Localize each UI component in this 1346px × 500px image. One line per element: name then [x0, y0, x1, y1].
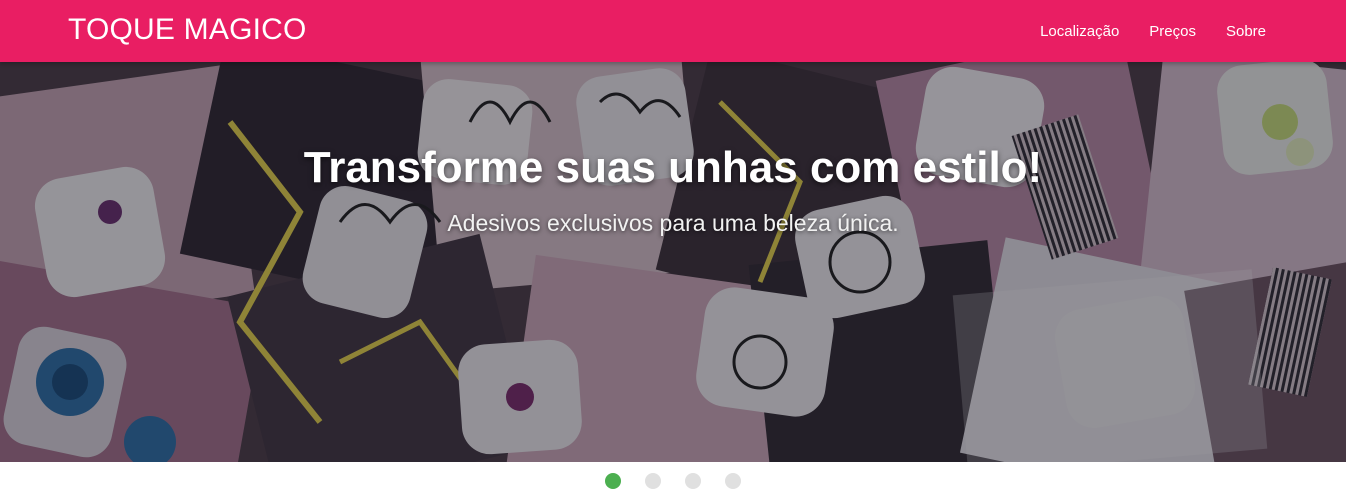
nav-menu: Localização Preços Sobre: [1010, 0, 1266, 62]
carousel-indicator-1[interactable]: [605, 473, 621, 489]
nav-link-sobre[interactable]: Sobre: [1226, 23, 1266, 40]
carousel-indicator-4[interactable]: [725, 473, 741, 489]
carousel-indicators: [0, 462, 1346, 500]
carousel-indicator-2[interactable]: [645, 473, 661, 489]
carousel-indicator-3[interactable]: [685, 473, 701, 489]
hero-title: Transforme suas unhas com estilo!: [303, 143, 1043, 192]
nav-link-precos[interactable]: Preços: [1149, 23, 1196, 40]
brand-logo[interactable]: TOQUE MAGICO: [68, 12, 307, 48]
hero-carousel-slide: Transforme suas unhas com estilo! Adesiv…: [0, 62, 1346, 462]
hero-subtitle: Adesivos exclusivos para uma beleza únic…: [447, 210, 899, 236]
nav-link-localizacao[interactable]: Localização: [1040, 23, 1119, 40]
hero-overlay: [0, 62, 1346, 462]
top-navbar: TOQUE MAGICO Localização Preços Sobre: [0, 0, 1346, 62]
